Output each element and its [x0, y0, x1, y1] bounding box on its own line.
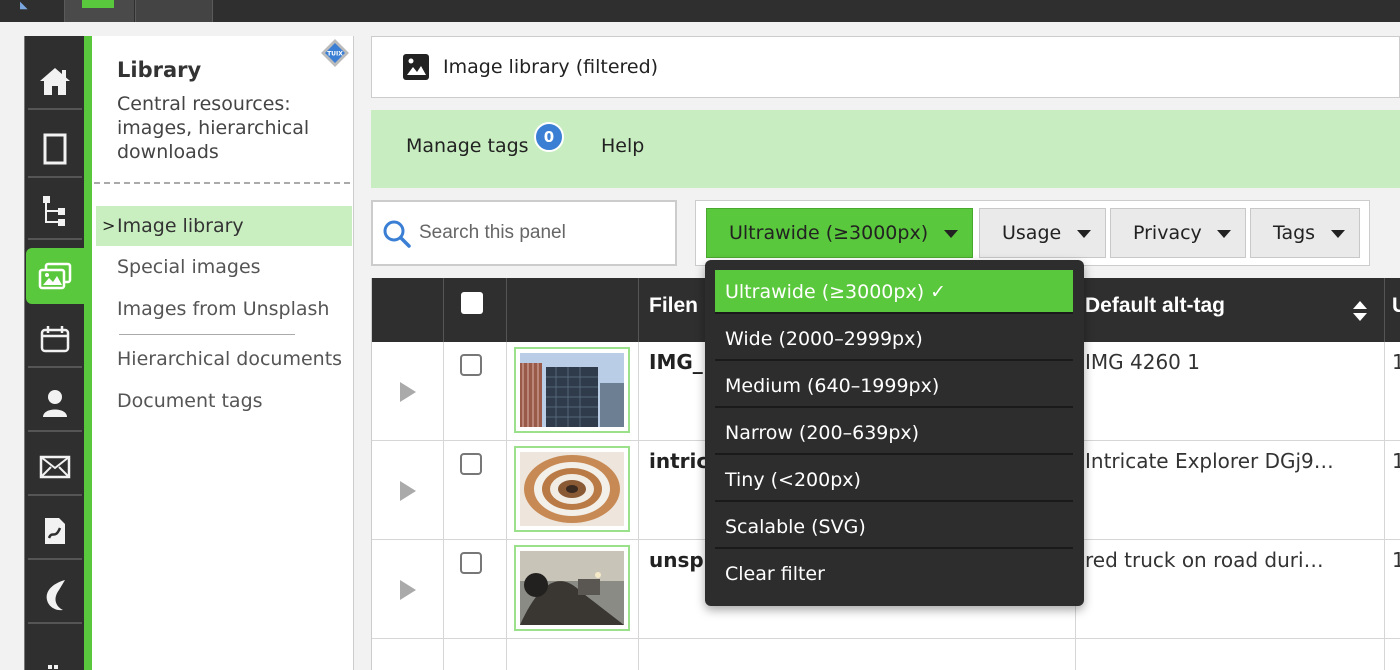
page-icon[interactable]: [28, 122, 82, 178]
select-all-checkbox[interactable]: [461, 292, 483, 314]
usage-filter-dropdown[interactable]: Usage: [979, 208, 1106, 258]
chevron-right-icon: >: [102, 216, 116, 235]
image-thumbnail[interactable]: [514, 545, 630, 631]
image-thumbnail[interactable]: [514, 446, 630, 532]
sort-icon[interactable]: [1352, 300, 1368, 326]
sidebar-divider: [119, 334, 295, 335]
row-alt-tag: Intricate Explorer DGj9…: [1085, 449, 1334, 473]
top-tab-active[interactable]: [64, 0, 134, 22]
image-icon: [402, 53, 430, 85]
menu-item-tiny[interactable]: Tiny (<200px): [715, 458, 1073, 502]
sidebar-item-hierarchical-documents[interactable]: Hierarchical documents: [92, 339, 348, 379]
column-header-extra[interactable]: U: [1392, 294, 1400, 318]
home-icon[interactable]: [28, 54, 82, 110]
header-divider: [443, 278, 444, 342]
row-filename: unsp: [649, 548, 704, 572]
user-icon[interactable]: [28, 376, 82, 432]
crocodile-icon[interactable]: [28, 568, 82, 624]
menu-item-wide[interactable]: Wide (2000–2999px): [715, 317, 1073, 361]
search-input[interactable]: [419, 217, 669, 249]
chevron-down-icon: [1217, 230, 1231, 238]
tuix-logo: TUIX: [320, 38, 350, 68]
grid-tab-icon: [82, 0, 114, 8]
library-title: Library: [117, 58, 202, 82]
calendar-icon[interactable]: [28, 312, 82, 368]
top-bar: ◣: [0, 0, 1400, 22]
row-alt-tag: red truck on road duri…: [1085, 548, 1324, 572]
size-filter-dropdown[interactable]: Ultrawide (≥3000px): [706, 208, 973, 258]
menu-item-narrow[interactable]: Narrow (200–639px): [715, 411, 1073, 455]
size-filter-label: Ultrawide (≥3000px): [729, 222, 929, 244]
images-icon[interactable]: [26, 248, 84, 304]
library-panel: Library Central resources: images, hiera…: [92, 36, 354, 670]
top-tab[interactable]: [135, 0, 213, 22]
top-left-icon[interactable]: ◣: [20, 0, 38, 11]
page-header: Image library (filtered): [371, 36, 1400, 98]
tags-count-badge: 0: [534, 122, 564, 152]
menu-item-ultrawide[interactable]: Ultrawide (≥3000px) ✓: [715, 270, 1073, 314]
sidebar-item-label: Images from Unsplash: [117, 298, 330, 320]
menu-item-medium[interactable]: Medium (640–1999px): [715, 364, 1073, 408]
tags-filter-dropdown[interactable]: Tags: [1250, 208, 1360, 258]
row-filename: intric: [649, 449, 709, 473]
library-description: Central resources: images, hierarchical …: [117, 93, 310, 163]
usage-filter-label: Usage: [1002, 222, 1062, 244]
svg-text:TUIX: TUIX: [327, 51, 343, 58]
sidebar-item-label: Document tags: [117, 390, 263, 412]
column-header-filename[interactable]: Filen: [649, 294, 698, 318]
row-extra: 1: [1392, 449, 1400, 473]
row-extra: 1: [1392, 548, 1400, 572]
menu-item-clear-filter[interactable]: Clear filter: [715, 552, 1073, 596]
search-icon: [382, 219, 412, 253]
expand-arrow-icon[interactable]: [400, 481, 416, 501]
sidebar-item-label: Image library: [117, 215, 244, 237]
sidebar-item-label: Hierarchical documents: [117, 348, 343, 370]
manage-tags-button[interactable]: Manage tags: [406, 135, 529, 157]
size-filter-menu: Ultrawide (≥3000px) ✓ Wide (2000–2999px)…: [705, 260, 1084, 606]
grid-icon[interactable]: [28, 632, 82, 670]
chevron-down-icon: [944, 230, 958, 238]
icon-rail: [24, 36, 84, 670]
tags-filter-label: Tags: [1273, 222, 1316, 244]
row-extra: 1: [1392, 350, 1400, 374]
sidebar-item-special-images[interactable]: Special images: [92, 247, 348, 287]
mail-icon[interactable]: [28, 440, 82, 496]
header-divider: [506, 278, 507, 342]
row-filename: IMG_: [649, 350, 703, 374]
header-divider: [638, 278, 639, 342]
row-checkbox[interactable]: [460, 552, 482, 574]
document-icon[interactable]: [28, 504, 82, 560]
search-box: [371, 200, 677, 266]
chevron-down-icon: [1331, 230, 1345, 238]
expand-arrow-icon[interactable]: [400, 580, 416, 600]
chevron-down-icon: [1077, 230, 1091, 238]
sidebar-item-unsplash[interactable]: Images from Unsplash: [92, 289, 348, 329]
row-checkbox[interactable]: [460, 453, 482, 475]
expand-arrow-icon[interactable]: [400, 382, 416, 402]
sidebar-item-document-tags[interactable]: Document tags: [92, 381, 348, 421]
help-button[interactable]: Help: [601, 135, 644, 157]
column-header-alt-tag[interactable]: Default alt-tag: [1085, 294, 1225, 318]
filter-bar: Ultrawide (≥3000px) Usage Privacy Tags: [695, 200, 1370, 266]
image-thumbnail[interactable]: [514, 347, 630, 433]
row-alt-tag: IMG 4260 1: [1085, 350, 1200, 374]
menu-item-scalable[interactable]: Scalable (SVG): [715, 505, 1073, 549]
header-divider: [1384, 278, 1385, 342]
sitemap-icon[interactable]: [28, 184, 82, 240]
row-checkbox[interactable]: [460, 354, 482, 376]
privacy-filter-label: Privacy: [1133, 222, 1202, 244]
sidebar-item-image-library[interactable]: > Image library: [96, 206, 352, 246]
sidebar-item-label: Special images: [117, 256, 261, 278]
library-divider: [94, 182, 350, 184]
privacy-filter-dropdown[interactable]: Privacy: [1110, 208, 1246, 258]
page-title: Image library (filtered): [443, 56, 659, 78]
toolbar: Manage tags 0 Help: [371, 110, 1400, 188]
rail-accent-bar: [84, 36, 92, 670]
